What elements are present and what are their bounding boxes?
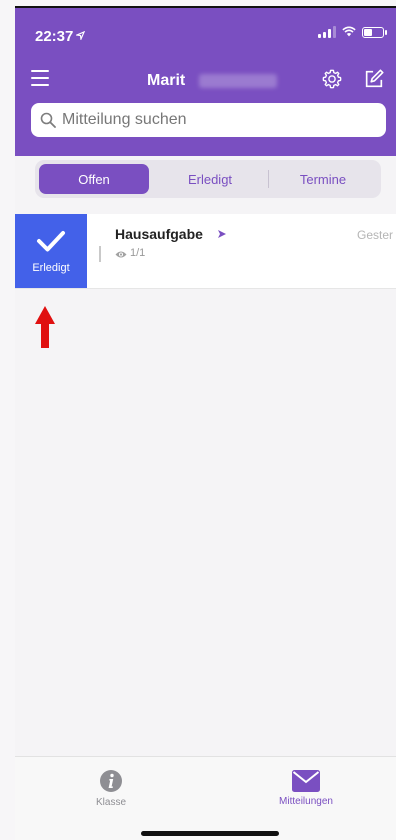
segmented-control: Offen Erledigt Termine [35,160,381,198]
swipe-action-label: Erledigt [32,262,70,274]
redacted-name [199,74,277,88]
menu-icon[interactable] [31,70,49,86]
signal-icon [318,26,336,38]
compose-icon[interactable] [363,68,385,90]
location-arrow-icon [76,31,85,40]
message-date: Gester [357,228,394,242]
sent-arrow-icon [218,230,226,238]
row-drag-indicator [99,246,101,262]
status-indicators [318,26,387,38]
app-screen: 22:37 Marit Mitteilung suchen Offen Erle… [15,6,396,840]
search-icon [40,112,56,128]
tab-bar: Klasse Mitteilungen [15,756,396,840]
mark-done-swipe-button[interactable]: Erledigt [15,214,87,288]
segment-erledigt[interactable]: Erledigt [153,164,267,194]
checkmark-icon [37,231,65,252]
page-title: Marit [147,72,186,89]
tab-label-klasse: Klasse [95,797,126,808]
message-title: Hausaufgabe [115,226,203,242]
home-indicator [141,831,279,836]
segment-offen[interactable]: Offen [39,164,149,194]
message-row[interactable]: Erledigt Hausaufgabe 1/1 Gester [15,214,396,289]
app-header: 22:37 Marit [15,8,396,156]
status-time: 22:37 [35,28,74,45]
mail-icon [292,770,320,792]
segment-termine[interactable]: Termine [269,164,377,194]
gear-icon[interactable] [321,68,343,90]
read-count: 1/1 [130,247,146,259]
wifi-icon [342,26,356,37]
search-bar[interactable] [31,103,386,137]
tab-mitteilungen[interactable]: Mitteilungen [246,769,366,807]
search-input[interactable] [62,111,362,129]
info-icon [100,770,122,792]
red-up-arrow-annotation [35,306,55,348]
tab-label-mitteilungen: Mitteilungen [279,796,333,807]
eye-icon [115,251,127,258]
tab-klasse[interactable]: Klasse [51,769,171,808]
battery-icon [362,26,387,38]
